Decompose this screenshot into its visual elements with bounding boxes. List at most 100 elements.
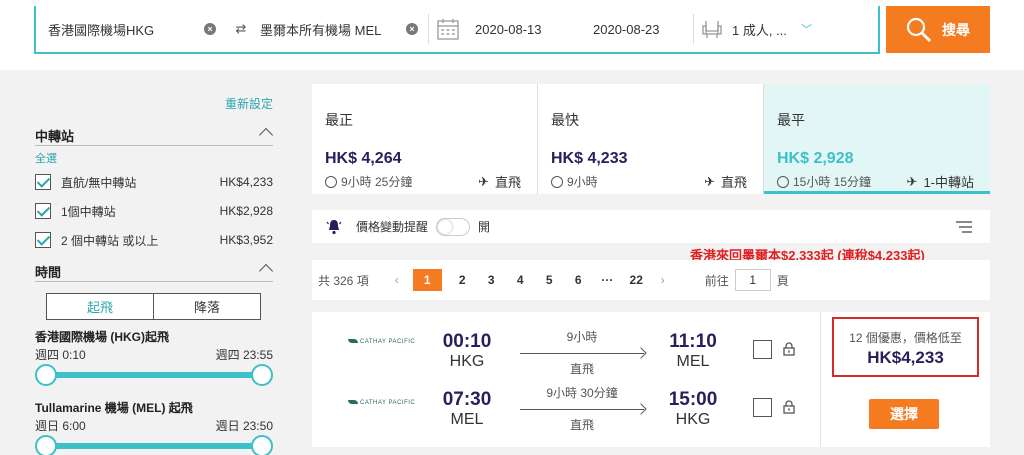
tab-best[interactable]: 最正 HK$ 4,264 9小時 25分鐘 ✈ 直飛 (312, 84, 538, 194)
next-page-icon[interactable]: › (651, 273, 675, 287)
passenger-value: 1 成人, ... (732, 22, 787, 38)
outbound-leg: CATHAY PACIFIC 00:10 HKG 9小時 直飛 11:10 ME… (312, 317, 822, 377)
summary-duration: 15小時 15分鐘 (793, 175, 872, 189)
leg-duration: 9小時 30分鐘 (546, 386, 618, 400)
airport-label: Tullamarine 機場 (MEL) 起飛 (35, 401, 193, 415)
divider (428, 14, 429, 44)
destination-value: 墨爾本所有機場 MEL (260, 22, 382, 38)
summary-meta: 9小時 ✈ 直飛 (551, 172, 747, 191)
plane-icon: ✈ (906, 173, 918, 189)
checkbox[interactable] (35, 174, 51, 190)
summary-label: 最快 (551, 112, 579, 128)
seat-icon (702, 21, 722, 38)
airport-label: 香港國際機場 (HKG)起飛 (35, 330, 169, 344)
summary-price: HK$ 4,264 (325, 150, 402, 167)
price-alert-toggle[interactable] (436, 217, 471, 236)
airline-logo: CATHAY PACIFIC (348, 339, 415, 345)
sort-icon[interactable] (956, 220, 972, 234)
summary-stops: 直飛 (720, 175, 747, 190)
page-3[interactable]: 3 (477, 269, 506, 291)
clear-destination-icon[interactable]: × (406, 23, 418, 35)
inbound-leg: CATHAY PACIFIC 07:30 MEL 9小時 30分鐘 直飛 15:… (312, 378, 822, 438)
depart-date-field[interactable]: 2020-08-13 (475, 6, 575, 52)
slider-handle-max[interactable] (251, 364, 273, 386)
range-max: 週四 23:55 (215, 348, 273, 362)
arr-code: MEL (676, 353, 710, 370)
slider-handle-min[interactable] (35, 364, 57, 386)
reset-link[interactable]: 重新設定 (225, 95, 273, 112)
chevron-down-icon[interactable]: ﹀ (801, 21, 812, 37)
price-alert-label: 價格變動提醒 (356, 220, 429, 234)
prev-page-icon[interactable]: ‹ (385, 273, 409, 287)
slider-handle-min[interactable] (35, 435, 57, 455)
page-6[interactable]: 6 (564, 269, 593, 291)
page-4[interactable]: 4 (506, 269, 535, 291)
summary-duration-wrap: 15小時 15分鐘 (777, 173, 907, 190)
page-1[interactable]: 1 (412, 269, 442, 291)
deal-summary[interactable]: 12 個優惠，價格低至 HK$4,233 (832, 317, 979, 377)
passenger-field[interactable]: 1 成人, ... ﹀ (694, 6, 824, 52)
pagination: 共 326 項 ‹ 1 2 3 4 5 6 ··· 22 › 前往 1 頁 (312, 260, 990, 300)
filter-sidebar: 重新設定 中轉站 全選 直航/無中轉站 HK$4,233 1個中轉站 HK$2,… (26, 70, 281, 455)
time-toggle: 起飛 降落 (46, 293, 261, 320)
stop-price: HK$4,233 (219, 175, 273, 189)
destination-field[interactable]: 墨爾本所有機場 MEL × (256, 6, 428, 52)
range-min: 週日 6:00 (35, 419, 86, 433)
page-ellipsis[interactable]: ··· (593, 269, 622, 291)
summary-label: 最平 (777, 112, 805, 128)
swap-icon[interactable]: ⇄ (226, 6, 256, 52)
tab-cheapest[interactable]: 最平 HK$ 2,928 15小時 15分鐘 ✈ 1-中轉站 (764, 84, 990, 194)
summary-price: HK$ 4,233 (551, 150, 628, 167)
chevron-up-icon[interactable] (258, 263, 274, 279)
search-bar: 香港國際機場HKG × ⇄ 墨爾本所有機場 MEL × 2020-08-13 2… (0, 0, 1024, 70)
time-title: 時間 (35, 265, 62, 280)
time-slider (35, 435, 273, 455)
time-range: 週四 0:10 週四 23:55 (35, 346, 273, 363)
stop-filter-two-plus[interactable]: 2 個中轉站 或以上 HK$3,952 (35, 230, 273, 250)
stop-filter-direct[interactable]: 直航/無中轉站 HK$4,233 (35, 172, 273, 192)
search-button[interactable]: 搜尋 (886, 6, 990, 53)
leg-duration: 9小時 (566, 330, 598, 344)
page-22[interactable]: 22 (622, 269, 651, 291)
calendar-icon[interactable] (437, 18, 459, 40)
checkbox[interactable] (35, 203, 51, 219)
summary-stops: 1-中轉站 (923, 175, 974, 190)
lock-icon[interactable] (783, 342, 795, 356)
leg-info: 9小時 30分鐘 直飛 (520, 384, 644, 433)
select-all-link[interactable]: 全選 (35, 150, 57, 166)
lock-icon[interactable] (783, 400, 795, 414)
select-button[interactable]: 選擇 (869, 399, 939, 429)
slider-handle-max[interactable] (251, 435, 273, 455)
divider (820, 312, 821, 447)
summary-meta: 9小時 25分鐘 ✈ 直飛 (325, 172, 521, 191)
summary-duration: 9小時 25分鐘 (341, 175, 413, 189)
summary-stops-wrap: ✈ 1-中轉站 (907, 172, 974, 191)
summary-label: 最正 (325, 112, 353, 128)
checkbox[interactable] (35, 232, 51, 248)
compare-checkbox[interactable] (753, 398, 772, 417)
clear-origin-icon[interactable]: × (204, 23, 216, 35)
page-jump: 前往 1 頁 (705, 269, 789, 291)
route-arrow (520, 353, 644, 354)
chevron-up-icon[interactable] (258, 127, 274, 143)
summary-duration: 9小時 (567, 175, 598, 189)
leg-type: 直飛 (569, 362, 594, 376)
flight-result-card: CATHAY PACIFIC 00:10 HKG 9小時 直飛 11:10 ME… (312, 312, 990, 447)
tab-fastest[interactable]: 最快 HK$ 4,233 9小時 ✈ 直飛 (538, 84, 764, 194)
page-jump-input[interactable]: 1 (734, 269, 771, 291)
result-count: 共 326 項 (318, 273, 369, 288)
page-5[interactable]: 5 (535, 269, 564, 291)
summary-meta: 15小時 15分鐘 ✈ 1-中轉站 (777, 172, 974, 191)
page-2[interactable]: 2 (448, 269, 477, 291)
arr-code: HKG (675, 411, 711, 428)
stop-filter-one[interactable]: 1個中轉站 HK$2,928 (35, 201, 273, 221)
price-alert-bar: 價格變動提醒 開 (312, 210, 990, 243)
origin-field[interactable]: 香港國際機場HKG × (36, 6, 226, 52)
compare-checkbox[interactable] (753, 340, 772, 359)
plane-icon: ✈ (704, 173, 715, 189)
return-date-field[interactable]: 2020-08-23 (575, 6, 693, 52)
tab-arrive[interactable]: 降落 (154, 294, 260, 319)
arr-time: 11:10 (669, 331, 717, 352)
divider (35, 281, 273, 282)
tab-depart[interactable]: 起飛 (47, 294, 154, 319)
